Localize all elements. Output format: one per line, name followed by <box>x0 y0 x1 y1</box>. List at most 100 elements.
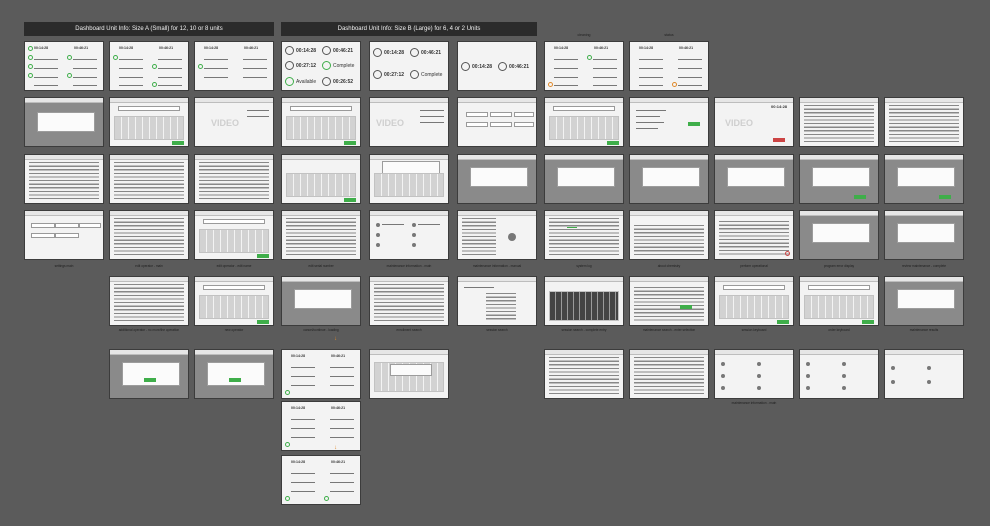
screen-maintenance-info-4[interactable] <box>799 349 879 399</box>
screen-dialog-5[interactable] <box>799 154 879 204</box>
caption-maintenance-results: maintenance results <box>909 328 939 332</box>
dashboard-large-6[interactable]: 00:14:28 00:46:21 00:27:12 Complete Avai… <box>281 41 361 91</box>
status-circle-icon <box>152 64 157 69</box>
status-circle-icon <box>152 82 157 87</box>
screen-confirm-dialog-2[interactable] <box>194 349 274 399</box>
screen-maintenance-manual[interactable] <box>457 210 537 260</box>
status-circle-icon <box>28 46 33 51</box>
screen-edit-operator-name[interactable] <box>194 210 274 260</box>
screen-maintenance-search[interactable] <box>629 276 709 326</box>
screen-maintenance-info-5[interactable] <box>884 349 964 399</box>
screen-new-operator[interactable] <box>194 276 274 326</box>
column-label-cleaning: cleaning <box>577 33 591 37</box>
caption-additional-operator: additional operator - no more/the operat… <box>118 328 180 332</box>
dashboard-small-8[interactable]: 00:14:28 00:46:21 <box>194 41 274 91</box>
caption-serial-number: edit serial number <box>308 264 334 268</box>
screen-video[interactable]: VIDEO <box>194 97 274 147</box>
screen-program-error[interactable] <box>799 210 879 260</box>
screen-session-keyboard[interactable] <box>714 276 794 326</box>
screen-dialog-6[interactable] <box>884 154 964 204</box>
caption-edit-operator-name: edit operator - edit name <box>216 264 252 268</box>
dashboard-small-12[interactable]: 00:14:28 00:46:21 <box>24 41 104 91</box>
status-circle-icon <box>198 64 203 69</box>
screen-review-maintenance[interactable] <box>884 210 964 260</box>
screen-dialog-3[interactable] <box>629 154 709 204</box>
status-circle-icon <box>324 496 329 501</box>
screen-list-2[interactable] <box>109 154 189 204</box>
screen-enrollment-search[interactable] <box>369 276 449 326</box>
screen-form[interactable] <box>629 97 709 147</box>
screen-list[interactable] <box>24 154 104 204</box>
screen-confirm-dialog[interactable] <box>109 349 189 399</box>
screen-video-2[interactable]: VIDEO <box>369 97 449 147</box>
screen-keyboard-dialog[interactable] <box>369 154 449 204</box>
screen-session-search-entry[interactable] <box>544 276 624 326</box>
screen-maintenance-info-3[interactable] <box>714 349 794 399</box>
warning-circle-icon <box>672 82 677 87</box>
screen-keyboard[interactable] <box>109 97 189 147</box>
column-label-status: status <box>664 33 674 37</box>
status-circle-icon <box>285 390 290 395</box>
screen-keyboard-2[interactable] <box>281 97 361 147</box>
screen-dialog-4[interactable] <box>714 154 794 204</box>
screen-perform-operational[interactable] <box>714 210 794 260</box>
status-circle-icon <box>67 73 72 78</box>
dashboard-flow-3[interactable]: 00:14:28 00:46:21 <box>281 455 361 505</box>
dashboard-small-10[interactable]: 00:14:28 00:46:21 <box>109 41 189 91</box>
screen-session-search[interactable] <box>457 276 537 326</box>
screen-log-list-2[interactable] <box>884 97 964 147</box>
status-circle-icon <box>28 64 33 69</box>
banner-large: Dashboard Unit Info: Size B (Large) for … <box>281 22 537 36</box>
caption-maintenance-main: maintenance information - main <box>386 264 432 268</box>
caption-maintenance-search: maintenance search - enter selection <box>642 328 696 332</box>
caption-review-maintenance: review maintenance - complete <box>901 264 947 268</box>
dashboard-large-2[interactable]: 00:14:28 00:46:21 <box>457 41 537 91</box>
dashboard-status[interactable]: 00:14:28 00:46:21 <box>629 41 709 91</box>
dashboard-large-4[interactable]: 00:14:28 00:46:21 00:27:12 Complete <box>369 41 449 91</box>
flow-arrow-down-icon: ↓ <box>334 336 337 342</box>
timer-ring-icon <box>410 70 419 79</box>
screen-login-dialog[interactable] <box>24 97 104 147</box>
screen-log-list[interactable] <box>799 97 879 147</box>
dashboard-cleaning[interactable]: 00:14:28 00:46:21 <box>544 41 624 91</box>
screen-about-chemistry[interactable] <box>629 210 709 260</box>
screen-maintenance-info-1[interactable] <box>544 349 624 399</box>
screen-settings[interactable] <box>24 210 104 260</box>
screen-keyboard-3[interactable] <box>544 97 624 147</box>
status-circle-icon <box>285 442 290 447</box>
screen-maintenance-info-2[interactable] <box>629 349 709 399</box>
dashboard-flow-1[interactable]: 00:14:28 00:46:21 <box>281 349 361 399</box>
screen-system-log[interactable] <box>544 210 624 260</box>
screen-serial-number[interactable] <box>281 210 361 260</box>
timer-ring-icon <box>373 70 382 79</box>
screen-video-3[interactable]: VIDEO 00:14:28 <box>714 97 794 147</box>
screen-dialog[interactable] <box>457 154 537 204</box>
timer-ring-icon <box>498 62 507 71</box>
screen-order-keyboard[interactable] <box>799 276 879 326</box>
screen-keyboard-4[interactable] <box>281 154 361 204</box>
caption-order-keyboard: order keyboard <box>828 328 850 332</box>
caption-enrollment-search: enrollment search <box>396 328 422 332</box>
screen-table[interactable] <box>194 154 274 204</box>
screen-cancel-loading[interactable] <box>281 276 361 326</box>
caption-about-chemistry: about chemistry <box>657 264 681 268</box>
screen-maintenance-results[interactable] <box>884 276 964 326</box>
status-circle-icon <box>587 55 592 60</box>
status-circle-icon <box>285 496 290 501</box>
screen-button-grid[interactable] <box>457 97 537 147</box>
caption-session-search-entry: session search - complete entry <box>561 328 607 332</box>
status-circle-icon <box>28 55 33 60</box>
status-circle-icon <box>113 55 118 60</box>
warning-circle-icon <box>548 82 553 87</box>
banner-small: Dashboard Unit Info: Size A (Small) for … <box>24 22 274 36</box>
timer-ring-icon <box>461 62 470 71</box>
complete-ring-icon <box>322 61 331 70</box>
screen-keyboard-dialog-2[interactable] <box>369 349 449 399</box>
screen-maintenance-main[interactable] <box>369 210 449 260</box>
caption-perform-operational: perform operational <box>740 264 768 268</box>
caption-session-keyboard: session keyboard <box>741 328 767 332</box>
screen-dialog-2[interactable] <box>544 154 624 204</box>
dashboard-flow-2[interactable]: 00:14:28 00:46:21 <box>281 401 361 451</box>
screen-edit-operator[interactable] <box>109 210 189 260</box>
screen-additional-operator[interactable] <box>109 276 189 326</box>
